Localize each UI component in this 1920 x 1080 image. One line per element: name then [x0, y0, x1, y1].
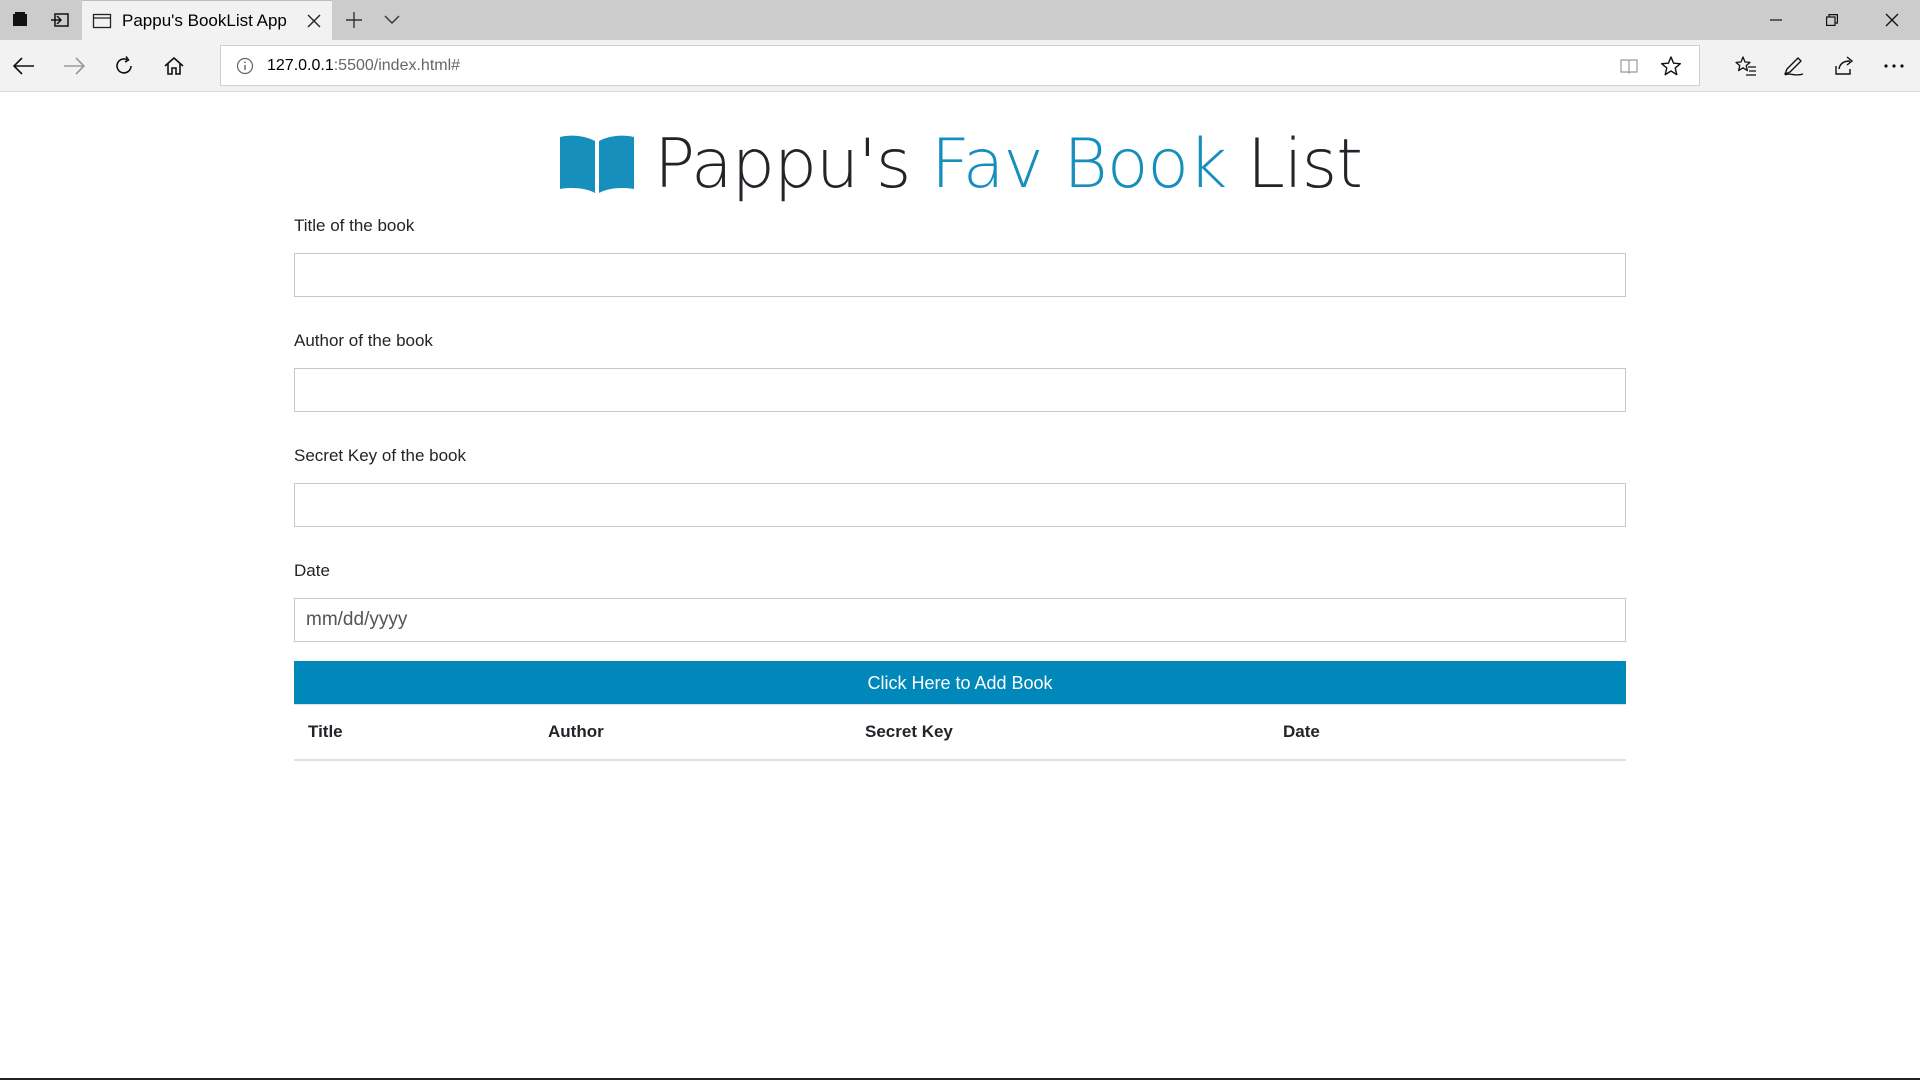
chevron-down-icon[interactable]	[376, 4, 408, 36]
favorites-hub-icon[interactable]	[1726, 46, 1766, 86]
reading-view-icon[interactable]	[1613, 50, 1645, 82]
more-icon[interactable]	[1874, 46, 1914, 86]
page-icon	[92, 11, 112, 31]
page-title: Pappu's Fav Book List	[0, 124, 1920, 204]
page-content: Pappu's Fav Book List Title of the book …	[0, 92, 1920, 1080]
favorite-star-icon[interactable]	[1655, 50, 1687, 82]
home-icon[interactable]	[154, 46, 194, 86]
info-icon[interactable]	[235, 56, 255, 76]
close-window-icon[interactable]	[1864, 0, 1920, 40]
secret-key-label: Secret Key of the book	[294, 446, 466, 465]
set-tabs-aside-icon[interactable]	[40, 0, 80, 40]
close-tab-icon[interactable]	[302, 9, 326, 33]
date-label: Date	[294, 561, 330, 580]
book-open-icon	[560, 135, 635, 193]
column-header-author: Author	[548, 721, 604, 741]
refresh-icon[interactable]	[104, 46, 144, 86]
share-icon[interactable]	[1824, 46, 1864, 86]
title-label: Title of the book	[294, 216, 415, 235]
back-icon[interactable]	[4, 46, 44, 86]
book-table: Title Author Secret Key Date	[294, 704, 1626, 761]
navigation-bar: 127.0.0.1:5500/index.html#	[0, 40, 1920, 92]
address-text: 127.0.0.1:5500/index.html#	[267, 57, 461, 74]
table-header-row: Title Author Secret Key Date	[294, 705, 1626, 760]
restore-icon[interactable]	[1804, 0, 1860, 40]
column-header-title: Title	[308, 721, 343, 741]
address-bar[interactable]: 127.0.0.1:5500/index.html#	[220, 45, 1700, 86]
secret-key-input[interactable]	[294, 483, 1626, 527]
tabs-aside-icon[interactable]	[0, 0, 40, 40]
title-input[interactable]	[294, 253, 1626, 297]
date-input[interactable]	[294, 598, 1626, 642]
pen-icon[interactable]	[1774, 46, 1814, 86]
add-book-form: Title of the book Author of the book Sec…	[294, 216, 1626, 705]
tab-title: Pappu's BookList App	[122, 11, 287, 30]
column-header-secret-key: Secret Key	[865, 721, 953, 741]
author-label: Author of the book	[294, 331, 433, 350]
minimize-icon[interactable]	[1748, 0, 1804, 40]
author-input[interactable]	[294, 368, 1626, 412]
new-tab-icon[interactable]	[338, 4, 370, 36]
active-tab[interactable]: Pappu's BookList App	[82, 0, 332, 40]
heading-text: Pappu's Fav Book List	[654, 124, 1363, 204]
add-book-button[interactable]: Click Here to Add Book	[294, 661, 1626, 705]
forward-icon[interactable]	[54, 46, 94, 86]
column-header-date: Date	[1283, 721, 1320, 741]
tab-bar: Pappu's BookList App	[0, 0, 1920, 40]
